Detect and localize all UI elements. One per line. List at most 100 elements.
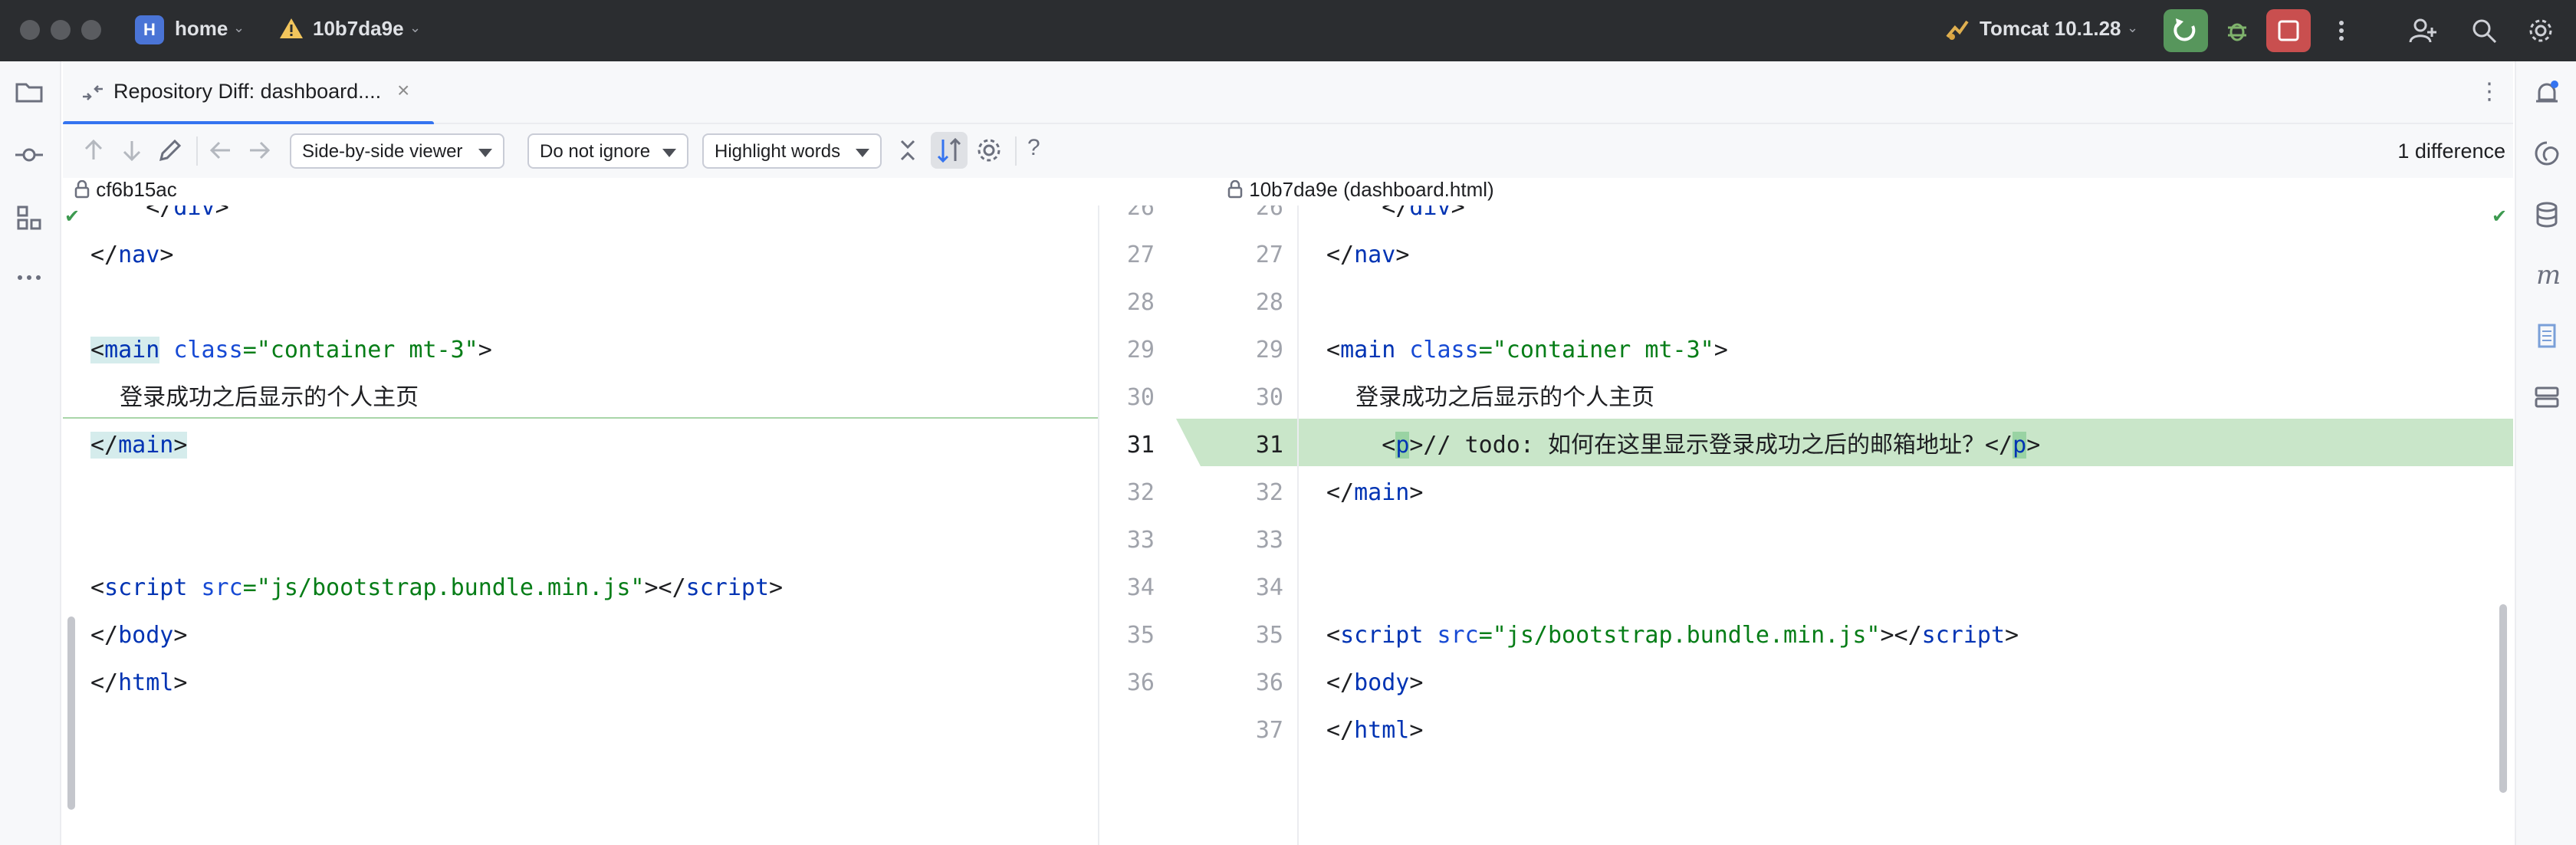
maven-icon[interactable]: m: [2532, 259, 2562, 290]
window-maximize-button[interactable]: [81, 20, 101, 40]
collapse-unchanged-icon[interactable]: [892, 135, 923, 166]
code-token: html: [118, 669, 174, 696]
code-token: class: [173, 337, 243, 363]
structure-icon[interactable]: [14, 202, 44, 233]
tab-repository-diff[interactable]: Repository Diff: dashboard.... ×: [63, 61, 434, 126]
code-token: ></: [644, 574, 686, 601]
code-token: div: [1409, 205, 1451, 221]
code-line: </html>: [1326, 707, 1423, 755]
search-icon[interactable]: [2470, 17, 2498, 44]
right-tool-strip: m: [2515, 61, 2576, 845]
line-number: 34: [1126, 574, 1155, 601]
ignore-whitespace-dropdown[interactable]: Do not ignore: [527, 133, 688, 169]
chevron-down-icon[interactable]: ⌄: [2127, 20, 2138, 36]
close-icon[interactable]: ×: [397, 78, 409, 103]
code-token: >: [173, 432, 188, 459]
left-tool-strip: [0, 61, 61, 845]
run-configuration[interactable]: Tomcat 10.1.28: [1980, 17, 2121, 41]
code-line: 登录成功之后显示的个人主页: [90, 374, 419, 422]
code-token: </: [1326, 242, 1355, 268]
branch-name[interactable]: 10b7da9e: [313, 17, 404, 41]
code-line: <main class="container mt-3">: [90, 327, 492, 374]
line-number: 26: [1255, 205, 1283, 221]
left-scrollbar[interactable]: [67, 616, 75, 810]
project-name[interactable]: home: [175, 17, 228, 41]
code-line: </div>: [1326, 205, 1464, 232]
code-token: ="js/bootstrap.bundle.min.js": [242, 574, 645, 601]
more-tools-icon[interactable]: [14, 262, 44, 293]
code-token: script: [685, 574, 770, 601]
code-token: >: [769, 574, 784, 601]
debug-icon[interactable]: [2223, 17, 2251, 44]
services-icon[interactable]: [2532, 382, 2562, 413]
line-number: 26: [1126, 205, 1155, 221]
synchronize-scrolling-toggle[interactable]: [931, 132, 968, 169]
left-file-header: cf6b15ac: [74, 178, 177, 205]
inspection-ok-icon: ✔: [2492, 206, 2508, 227]
code-token: body: [118, 622, 174, 649]
code-line: </div>: [90, 205, 228, 232]
document-icon[interactable]: [2532, 321, 2562, 351]
chevron-down-icon[interactable]: ⌄: [409, 20, 421, 36]
more-vertical-icon[interactable]: [2328, 17, 2355, 44]
line-number: 35: [1255, 622, 1283, 649]
code-line: 登录成功之后显示的个人主页: [1326, 374, 1654, 422]
code-token: main: [1340, 337, 1396, 363]
tab-label: Repository Diff: dashboard....: [113, 80, 382, 103]
project-badge[interactable]: H: [135, 15, 164, 44]
diff-icon: [83, 85, 103, 100]
code-token: >: [159, 242, 174, 268]
forward-arrow-icon[interactable]: [244, 135, 274, 166]
previous-difference-icon[interactable]: [78, 135, 109, 166]
line-number: 31: [1255, 432, 1283, 459]
code-token: >: [173, 622, 188, 649]
next-difference-icon[interactable]: [117, 135, 147, 166]
right-scrollbar[interactable]: [2499, 604, 2507, 793]
line-number: 28: [1255, 289, 1283, 316]
add-user-icon[interactable]: [2409, 17, 2436, 44]
line-number: 37: [1255, 717, 1283, 744]
rerun-icon: [2174, 18, 2196, 41]
code-token: <: [1326, 337, 1341, 363]
difference-count: 1 difference: [2397, 140, 2505, 163]
code-token: html: [1354, 717, 1410, 744]
line-number: 33: [1255, 527, 1283, 554]
notifications-icon[interactable]: [2532, 78, 2562, 109]
code-token: ></: [1880, 622, 1922, 649]
rerun-button[interactable]: [2164, 9, 2208, 52]
tab-actions-more-icon[interactable]: ⋮: [2478, 78, 2501, 105]
ai-assistant-icon[interactable]: [2532, 138, 2562, 169]
line-number: 36: [1126, 669, 1155, 696]
commit-icon[interactable]: [14, 140, 44, 170]
svg-text:m: m: [2536, 260, 2561, 290]
window-close-button[interactable]: [20, 20, 40, 40]
chevron-down-icon[interactable]: ⌄: [233, 20, 245, 36]
diff-toolbar: Side-by-side viewer Do not ignore Highli…: [63, 124, 2513, 178]
edit-pencil-icon[interactable]: [155, 135, 186, 166]
settings-gear-icon[interactable]: [2527, 17, 2555, 44]
line-number: 32: [1255, 479, 1283, 506]
window-minimize-button[interactable]: [51, 20, 71, 40]
left-editor-pane[interactable]: </div> </nav> <main class="container mt-3"…: [63, 205, 1098, 845]
caret-down-icon: [478, 149, 492, 157]
settings-gear-icon[interactable]: [974, 135, 1004, 166]
code-token: ="container mt-3": [1478, 337, 1714, 363]
code-token: </: [1326, 479, 1355, 506]
help-icon[interactable]: ?: [1027, 135, 1040, 161]
code-token: <: [90, 574, 105, 601]
sync-scroll-icon: [937, 137, 961, 163]
code-token: 如何在这里显示登录成功之后的邮箱地址？: [1548, 432, 1985, 459]
project-folder-icon[interactable]: [14, 77, 44, 107]
right-editor-pane[interactable]: </div> </nav> <main class="container mt-3"…: [1299, 205, 2513, 845]
viewer-mode-dropdown[interactable]: Side-by-side viewer: [290, 133, 504, 169]
stop-button[interactable]: [2266, 9, 2311, 52]
database-icon[interactable]: [2532, 199, 2562, 230]
line-number: 31: [1126, 432, 1155, 459]
highlight-mode-dropdown[interactable]: Highlight words: [702, 133, 882, 169]
line-number: 29: [1126, 337, 1155, 363]
code-token: main: [1354, 479, 1410, 506]
code-token: src: [1437, 622, 1479, 649]
code-token: </: [90, 669, 119, 696]
back-arrow-icon[interactable]: [205, 135, 236, 166]
line-number: 34: [1255, 574, 1283, 601]
